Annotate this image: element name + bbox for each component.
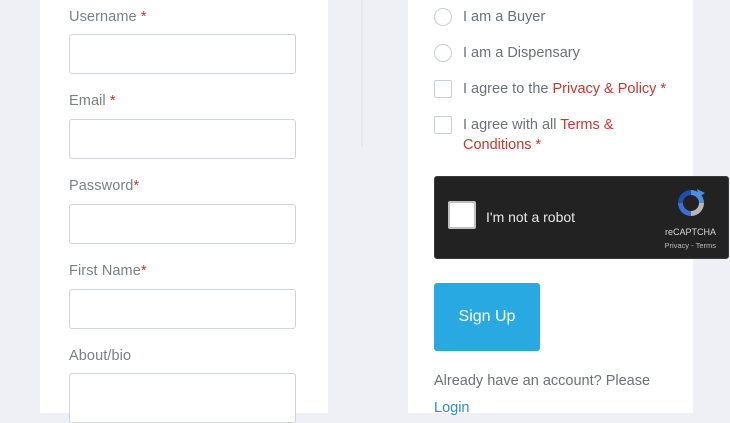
- username-label: Username *: [69, 9, 147, 25]
- recaptcha-logo-icon: [678, 189, 705, 216]
- recaptcha-checkbox[interactable]: [448, 201, 476, 229]
- divider: [361, 0, 363, 146]
- privacy-policy-link[interactable]: Privacy & Policy: [552, 81, 656, 97]
- first-name-input[interactable]: [69, 289, 296, 329]
- password-input[interactable]: [69, 204, 296, 244]
- privacy-checkbox-label: I agree to the Privacy & Policy *: [463, 81, 667, 97]
- terms-link[interactable]: Terms &: [560, 117, 613, 133]
- login-prompt: Already have an account? Please: [434, 373, 651, 389]
- privacy-checkbox[interactable]: [434, 80, 452, 98]
- email-input[interactable]: [69, 119, 296, 159]
- recaptcha-widget: I'm not a robot reCAPTCHA Privacy - Term…: [434, 176, 729, 259]
- first-name-label: First Name*: [69, 263, 147, 279]
- dispensary-radio-label[interactable]: I am a Dispensary: [463, 43, 580, 63]
- password-label: Password*: [69, 178, 140, 194]
- recaptcha-label: I'm not a robot: [486, 209, 576, 225]
- conditions-link[interactable]: Conditions: [463, 137, 532, 153]
- recaptcha-privacy-terms-link[interactable]: Privacy - Terms: [664, 241, 716, 250]
- login-link[interactable]: Login: [434, 400, 469, 416]
- about-textarea[interactable]: [69, 373, 296, 423]
- terms-checkbox-label: I agree with all Terms & Conditions *: [463, 117, 614, 153]
- dispensary-radio[interactable]: [434, 44, 452, 62]
- about-label: About/bio: [69, 348, 132, 364]
- buyer-radio[interactable]: [434, 8, 452, 26]
- recaptcha-brand: reCAPTCHA: [664, 227, 716, 237]
- sign-up-button[interactable]: Sign Up: [434, 283, 540, 351]
- buyer-radio-label[interactable]: I am a Buyer: [463, 7, 545, 27]
- username-input[interactable]: [69, 34, 296, 74]
- terms-checkbox[interactable]: [434, 116, 452, 134]
- email-label: Email *: [69, 93, 116, 109]
